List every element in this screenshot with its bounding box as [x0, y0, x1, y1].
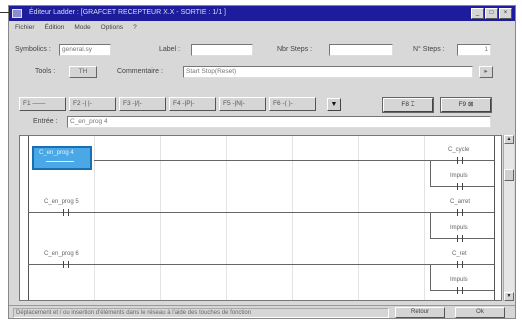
- branch-vertical-3: [430, 264, 431, 290]
- f6-button[interactable]: F6 -( )-: [269, 97, 316, 111]
- f5-button[interactable]: F5 -|N|-: [219, 97, 266, 111]
- coil-2b[interactable]: [452, 235, 468, 242]
- symbolics-label: Symbolics :: [15, 46, 51, 53]
- menu-edition[interactable]: Édition: [45, 24, 65, 31]
- nbr-steps-label: Nbr Steps :: [277, 46, 313, 53]
- symbolics-field[interactable]: general.sy: [59, 44, 111, 56]
- leader-line: [0, 12, 12, 13]
- branch-vertical-2: [430, 212, 431, 238]
- coil-label-2b: Impuls: [450, 225, 468, 231]
- rung-wire-3: [28, 264, 494, 265]
- coil-3a[interactable]: [452, 261, 468, 268]
- scroll-down-button[interactable]: ▼: [504, 292, 514, 301]
- n-steps-field[interactable]: 1: [457, 44, 491, 56]
- entry-field[interactable]: C_en_prog 4: [67, 116, 491, 128]
- right-power-rail: [494, 136, 495, 300]
- coil-label-3a: C_ret: [452, 251, 467, 257]
- menu-fichier[interactable]: Fichier: [15, 24, 35, 31]
- coil-1a[interactable]: [452, 157, 468, 164]
- menu-bar: Fichier Édition Mode Options ?: [9, 22, 515, 32]
- window-title: Éditeur Ladder : [GRAFCET RECEPTEUR X.X …: [29, 9, 226, 16]
- coil-label-1a: C_cycle: [448, 147, 470, 153]
- selected-cell[interactable]: C_en_prog 4: [32, 146, 92, 170]
- f1-button[interactable]: F1 ——: [19, 97, 66, 111]
- coil-1b[interactable]: [452, 183, 468, 190]
- function-key-toolbar: F1 —— F2 -| |- F3 -|/|- F4 -|P|- F5 -|N|…: [19, 97, 316, 111]
- contact-2[interactable]: [58, 209, 74, 216]
- title-bar[interactable]: Éditeur Ladder : [GRAFCET RECEPTEUR X.X …: [9, 6, 515, 21]
- contact-symbol-1: [46, 161, 74, 162]
- contact-label-3: C_en_prog 6: [44, 251, 79, 257]
- ok-button[interactable]: Ok: [455, 307, 505, 318]
- left-power-rail: [28, 136, 29, 300]
- f4-button[interactable]: F4 -|P|-: [169, 97, 216, 111]
- f8-button[interactable]: F8 ⌶: [382, 97, 434, 113]
- contact-label-1: C_en_prog 4: [39, 150, 74, 156]
- coil-3b[interactable]: [452, 287, 468, 294]
- contact-3[interactable]: [58, 261, 74, 268]
- close-button[interactable]: ×: [499, 8, 512, 19]
- label-field[interactable]: [191, 44, 253, 56]
- f2-button[interactable]: F2 -| |-: [69, 97, 116, 111]
- vertical-scrollbar[interactable]: ▲ ▼: [503, 135, 514, 301]
- contact-label-2: C_en_prog 5: [44, 199, 79, 205]
- n-steps-label: N° Steps :: [413, 46, 445, 53]
- ladder-editor-window: Éditeur Ladder : [GRAFCET RECEPTEUR X.X …: [8, 5, 516, 319]
- coil-label-1b: Impuls: [450, 173, 468, 179]
- comment-label: Commentaire :: [117, 68, 163, 75]
- rung-wire-1: [94, 160, 494, 161]
- dropdown-arrow-button[interactable]: ▼: [327, 98, 341, 111]
- entry-label: Entrée :: [33, 118, 58, 125]
- tools-label: Tools :: [35, 68, 56, 75]
- comment-dropdown-button[interactable]: ▸: [479, 66, 493, 78]
- menu-help[interactable]: ?: [133, 24, 137, 31]
- ladder-diagram[interactable]: C_en_prog 4 C_cycle Impuls C_en_prog 5 C…: [19, 135, 502, 301]
- nbr-steps-field[interactable]: [329, 44, 393, 56]
- coil-label-3b: Impuls: [450, 277, 468, 283]
- label-label: Label :: [159, 46, 181, 53]
- scroll-thumb[interactable]: [504, 169, 514, 181]
- rung-wire-2: [28, 212, 494, 213]
- status-message: Déplacement et / ou insertion d'éléments…: [13, 308, 389, 318]
- coil-label-2a: C_arret: [450, 199, 471, 205]
- minimize-button[interactable]: _: [471, 8, 484, 19]
- f9-button[interactable]: F9 ⊠: [440, 97, 492, 113]
- status-bar: Déplacement et / ou insertion d'éléments…: [9, 305, 515, 318]
- maximize-button[interactable]: □: [485, 8, 498, 19]
- comment-field[interactable]: Start Stop(Reset): [183, 66, 473, 78]
- tools-button[interactable]: TH: [69, 66, 97, 78]
- scroll-up-button[interactable]: ▲: [504, 135, 514, 144]
- menu-mode[interactable]: Mode: [74, 24, 90, 31]
- menu-options[interactable]: Options: [101, 24, 123, 31]
- app-icon[interactable]: [12, 9, 22, 18]
- coil-2a[interactable]: [452, 209, 468, 216]
- f3-button[interactable]: F3 -|/|-: [119, 97, 166, 111]
- branch-vertical-1: [430, 160, 431, 186]
- return-button[interactable]: Retour: [395, 307, 445, 318]
